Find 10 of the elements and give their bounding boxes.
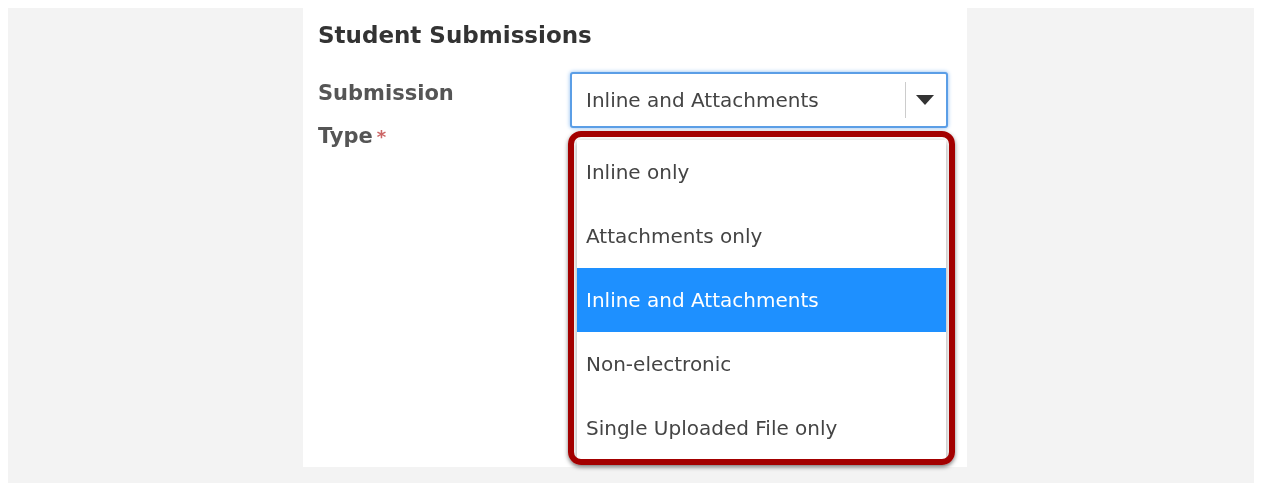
dropdown-option[interactable]: Attachments only [577, 204, 946, 268]
field-label: Submission [318, 80, 454, 107]
dropdown-option[interactable]: Single Uploaded File only [577, 396, 946, 460]
dropdown-option[interactable]: Non-electronic [577, 332, 946, 396]
field-label: Type [318, 123, 373, 150]
submission-type-select[interactable]: Inline and Attachments [570, 72, 948, 128]
section-title: Student Submissions [318, 21, 592, 50]
dropdown-option[interactable]: Inline only [577, 140, 946, 204]
required-mark: * [376, 125, 387, 149]
caret-icon [916, 95, 934, 105]
